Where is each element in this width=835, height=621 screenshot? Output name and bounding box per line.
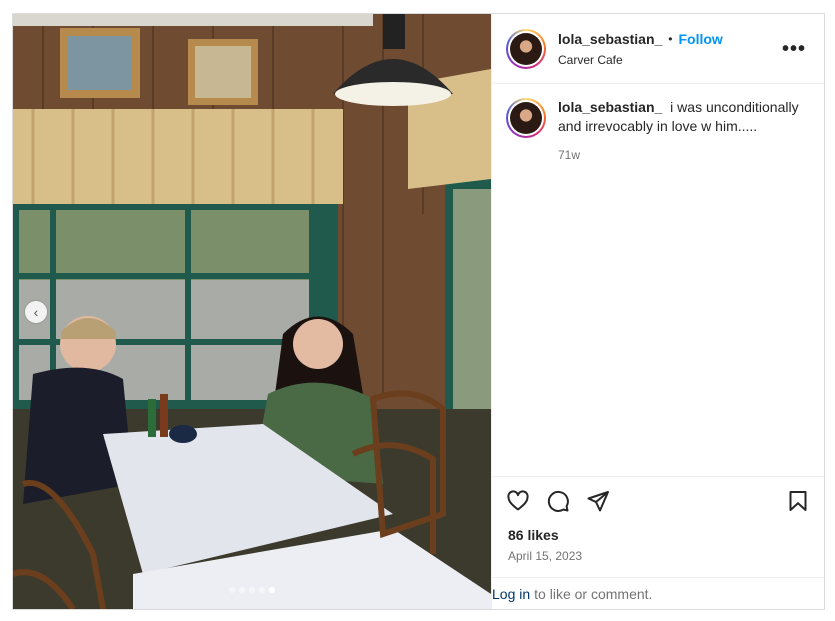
cafe-photo-illustration [13,14,491,609]
likes-count[interactable]: 86 likes [492,513,824,543]
follow-button[interactable]: Follow [678,31,722,47]
carousel-dot [229,587,235,593]
profile-photo [510,32,542,65]
post-side-panel: lola_sebastian_ • Follow Carver Cafe •••… [491,14,824,609]
carousel-indicator [13,587,491,593]
caption-body: lola_sebastian_ i was unconditionally an… [558,98,808,165]
action-bar [492,477,824,513]
caption-avatar[interactable] [506,98,546,138]
caption: lola_sebastian_ i was unconditionally an… [492,84,824,165]
login-link[interactable]: Log in [492,586,530,602]
carousel-dot [269,587,275,593]
avatar[interactable] [506,28,546,69]
comment-icon[interactable] [546,489,570,513]
bookmark-icon[interactable] [786,489,810,513]
caption-age[interactable]: 71w [558,146,808,165]
post-header: lola_sebastian_ • Follow Carver Cafe ••• [492,14,824,84]
actions-section: 86 likes April 15, 2023 [492,476,824,563]
username-link[interactable]: lola_sebastian_ [558,31,662,47]
carousel-dot [259,587,265,593]
post-date: April 15, 2023 [508,549,583,563]
location-link[interactable]: Carver Cafe [558,53,778,67]
carousel-dot [249,587,255,593]
login-prompt-text: to like or comment. [534,585,653,602]
more-options-icon[interactable]: ••• [778,39,810,59]
caption-profile-photo [510,102,542,134]
carousel-dot [239,587,245,593]
person-right [293,319,343,369]
chevron-left-icon: ‹ [33,304,39,320]
separator-dot: • [668,31,673,46]
header-text: lola_sebastian_ • Follow Carver Cafe [558,31,778,67]
instagram-post: ‹ lola_sebastian_ • Follow Carver Cafe •… [12,13,825,610]
heart-icon[interactable] [506,489,530,513]
post-photo[interactable]: ‹ [13,14,491,609]
paper-plane-icon[interactable] [586,489,610,513]
login-prompt: Log in to like or comment. [492,577,824,609]
previous-slide-button[interactable]: ‹ [25,301,47,323]
caption-username-link[interactable]: lola_sebastian_ [558,99,662,115]
